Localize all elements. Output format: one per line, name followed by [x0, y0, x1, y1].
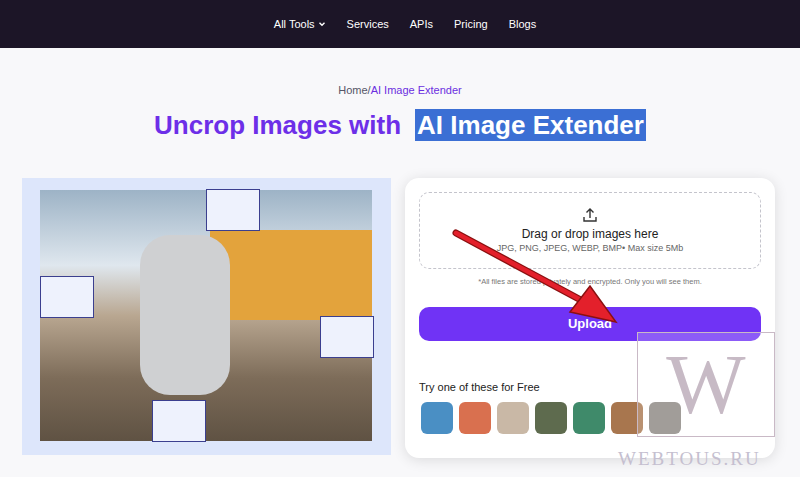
drop-zone[interactable]: Drag or drop images here JPG, PNG, JPEG,… — [419, 192, 761, 269]
breadcrumb: Home / AI Image Extender — [0, 84, 800, 96]
sample-thumbnail[interactable] — [573, 402, 605, 434]
title-prefix: Uncrop Images with — [154, 109, 401, 141]
sample-thumbnail[interactable] — [497, 402, 529, 434]
person — [140, 235, 230, 395]
privacy-note: *All files are stored privately and encr… — [419, 276, 761, 287]
extend-frame — [206, 189, 260, 231]
nav-label[interactable]: All Tools — [274, 16, 315, 33]
nav-item[interactable]: Pricing — [454, 16, 488, 33]
watermark-site: WEBTOUS.RU — [618, 448, 761, 470]
sample-thumbnail[interactable] — [421, 402, 453, 434]
sample-thumbnail[interactable] — [459, 402, 491, 434]
nav-item[interactable]: Services — [347, 16, 389, 33]
breadcrumb-current: AI Image Extender — [371, 84, 462, 96]
nav-item[interactable]: Blogs — [509, 16, 537, 33]
formats-note: JPG, PNG, JPEG, WEBP, BMP• Max size 5Mb — [497, 242, 684, 254]
breadcrumb-home[interactable]: Home — [338, 84, 367, 96]
watermark-box: W — [637, 332, 775, 437]
extend-frame — [40, 276, 94, 318]
nav-label[interactable]: Blogs — [509, 16, 537, 33]
watermark-letter: W — [666, 340, 745, 430]
sample-thumbnail[interactable] — [535, 402, 567, 434]
title-highlight: AI Image Extender — [415, 109, 646, 141]
drop-title: Drag or drop images here — [522, 227, 659, 242]
extend-frame — [152, 400, 206, 442]
chevron-down-icon[interactable] — [318, 20, 326, 28]
nav-label[interactable]: APIs — [410, 16, 433, 33]
nav-item[interactable]: All Tools — [274, 16, 326, 33]
page-title: Uncrop Images with AI Image Extender — [0, 109, 800, 141]
preview-panel — [22, 178, 391, 455]
nav-item[interactable]: APIs — [410, 16, 433, 33]
upload-icon — [582, 207, 598, 223]
arrow-icon — [0, 0, 800, 477]
nav-label[interactable]: Pricing — [454, 16, 488, 33]
tent — [210, 230, 372, 320]
nav-label[interactable]: Services — [347, 16, 389, 33]
top-nav: All Tools Services APIs Pricing Blogs — [0, 0, 800, 48]
nav-menu: All Tools Services APIs Pricing Blogs — [264, 16, 536, 33]
breadcrumb-separator: / — [368, 84, 371, 96]
extend-frame — [320, 316, 374, 358]
